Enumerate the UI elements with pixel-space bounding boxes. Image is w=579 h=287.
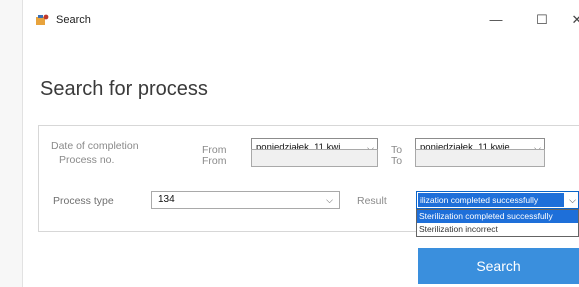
result-label: Result [357, 195, 387, 207]
result-dropdown-list: Sterilization completed successfully Ste… [416, 209, 579, 237]
maximize-button[interactable]: ☐ [531, 10, 553, 30]
result-combobox[interactable]: ilization completed successfully ⌵ [416, 191, 579, 209]
search-window: Search — ☐ ✕ Search for process Date of … [0, 0, 579, 287]
process-no-to-label: To [391, 155, 403, 167]
page-title: Search for process [40, 78, 208, 100]
process-type-value: 134 [158, 194, 175, 205]
chevron-down-icon: ⌵ [326, 195, 333, 205]
close-button[interactable]: ✕ [566, 10, 579, 30]
minimize-button[interactable]: — [485, 10, 507, 30]
process-no-from-input[interactable] [251, 149, 378, 167]
date-of-completion-label: Date of completion [51, 140, 139, 152]
process-type-combobox[interactable]: 134 ⌵ [151, 191, 340, 209]
result-option-incorrect[interactable]: Sterilization incorrect [417, 223, 578, 236]
window-left-edge [0, 0, 23, 287]
process-type-label: Process type [53, 195, 114, 207]
title-bar[interactable]: Search — ☐ ✕ [22, 0, 579, 40]
search-button[interactable]: Search [418, 248, 579, 284]
result-option-success[interactable]: Sterilization completed successfully [417, 210, 578, 223]
search-app-icon [36, 14, 49, 25]
result-selected-value: ilization completed successfully [418, 193, 564, 207]
process-no-from-label: From [202, 155, 227, 167]
window-title: Search [56, 14, 91, 26]
chevron-down-icon: ⌵ [569, 195, 576, 205]
process-no-label: Process no. [59, 154, 115, 166]
process-no-to-input[interactable] [415, 149, 545, 167]
